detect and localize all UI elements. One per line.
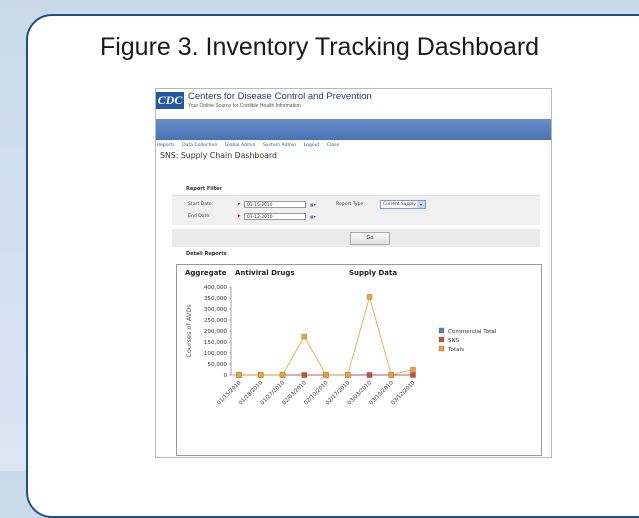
org-tagline: Your Online Source for Credible Health I…: [188, 103, 301, 109]
end-date-label: End Date:: [188, 214, 211, 219]
org-name: Centers for Disease Control and Preventi…: [188, 91, 372, 102]
data-point: [410, 366, 416, 373]
x-tick-label: 03/12/2010: [390, 380, 417, 407]
header-bar: [156, 119, 551, 140]
nav-item-reports[interactable]: Reports: [157, 143, 175, 148]
data-point: [258, 372, 264, 378]
required-marker: ▸: [238, 213, 241, 219]
legend-swatch: [438, 327, 445, 334]
y-tick-label: 200,000: [204, 329, 228, 335]
nav-item-data-collection[interactable]: Data Collection: [182, 143, 217, 148]
nav-item-logout[interactable]: Logout: [304, 143, 320, 148]
supply-chart: Aggregate Antiviral Drugs Supply Data 40…: [185, 269, 497, 406]
y-tick-label: 0: [223, 373, 227, 379]
detail-reports-heading: Detail Reports: [186, 251, 227, 257]
data-point: [301, 333, 307, 340]
legend-label: Totals: [447, 347, 464, 353]
go-button[interactable]: Go: [350, 232, 390, 245]
calendar-icon[interactable]: ▦▾: [310, 213, 320, 220]
nav-item-global-admin[interactable]: Global Admin: [225, 143, 256, 148]
end-date-input[interactable]: 03-12-2010: [244, 213, 306, 220]
y-tick-label: 400,000: [204, 285, 228, 291]
data-point: [301, 372, 307, 378]
chart-panel: Aggregate Antiviral Drugs Supply Data 40…: [176, 264, 542, 456]
legend-swatch: [438, 336, 445, 343]
chart-title-supply: Supply Data: [349, 269, 397, 277]
cdc-logo[interactable]: CDC: [156, 92, 184, 109]
data-point: [410, 372, 416, 378]
data-point: [345, 372, 351, 378]
report-type-value: Current Supply: [383, 202, 416, 207]
plot-area: 400,000 350,000 300,000 250,000 200,000 150,0…: [185, 285, 497, 406]
report-filter-panel: [172, 195, 540, 225]
data-point: [366, 372, 373, 378]
y-tick-label: 150,000: [204, 340, 228, 346]
report-type-select[interactable]: Current Supply ▾: [380, 200, 426, 209]
page-title: SNS: Supply Chain Dashboard: [160, 151, 277, 160]
data-point: [366, 294, 373, 300]
y-axis-label: Courses of AVDs: [185, 304, 193, 358]
dashboard-screenshot: CDC Centers for Disease Control and Prev…: [155, 88, 552, 458]
start-date-label: Start Date:: [188, 202, 214, 207]
go-row: Go: [172, 229, 540, 247]
y-tick-label: 100,000: [204, 351, 228, 357]
data-point: [236, 372, 242, 378]
y-tick-label: 350,000: [204, 296, 228, 302]
chevron-down-icon: ▾: [417, 201, 425, 208]
data-point: [323, 372, 329, 378]
y-tick-label: 250,000: [204, 318, 228, 324]
legend-swatch: [438, 345, 445, 352]
nav-menu: Reports Data Collection Global Admin Sys…: [157, 143, 345, 148]
report-type-label: Report Type:: [336, 202, 365, 207]
legend-label: SNS: [448, 338, 460, 344]
report-filter-heading: Report Filter: [186, 186, 222, 192]
y-tick-label: 50,000: [207, 362, 227, 368]
start-date-input[interactable]: 01-15-2010: [244, 201, 306, 208]
calendar-icon[interactable]: ▦▾: [310, 201, 320, 208]
y-tick-label: 300,000: [204, 307, 228, 313]
required-marker: ▸: [238, 201, 241, 207]
legend-label: Commercial Total: [448, 329, 497, 335]
chart-title-drug: Antiviral Drugs: [235, 269, 295, 277]
data-point: [388, 372, 394, 378]
series-line: [239, 295, 414, 376]
figure-title: Figure 3. Inventory Tracking Dashboard: [99, 33, 540, 61]
nav-item-close[interactable]: Close: [327, 143, 340, 148]
data-point: [279, 372, 286, 378]
nav-item-system-admin[interactable]: System Admin: [263, 143, 296, 148]
chart-title-aggregate: Aggregate: [185, 269, 227, 277]
